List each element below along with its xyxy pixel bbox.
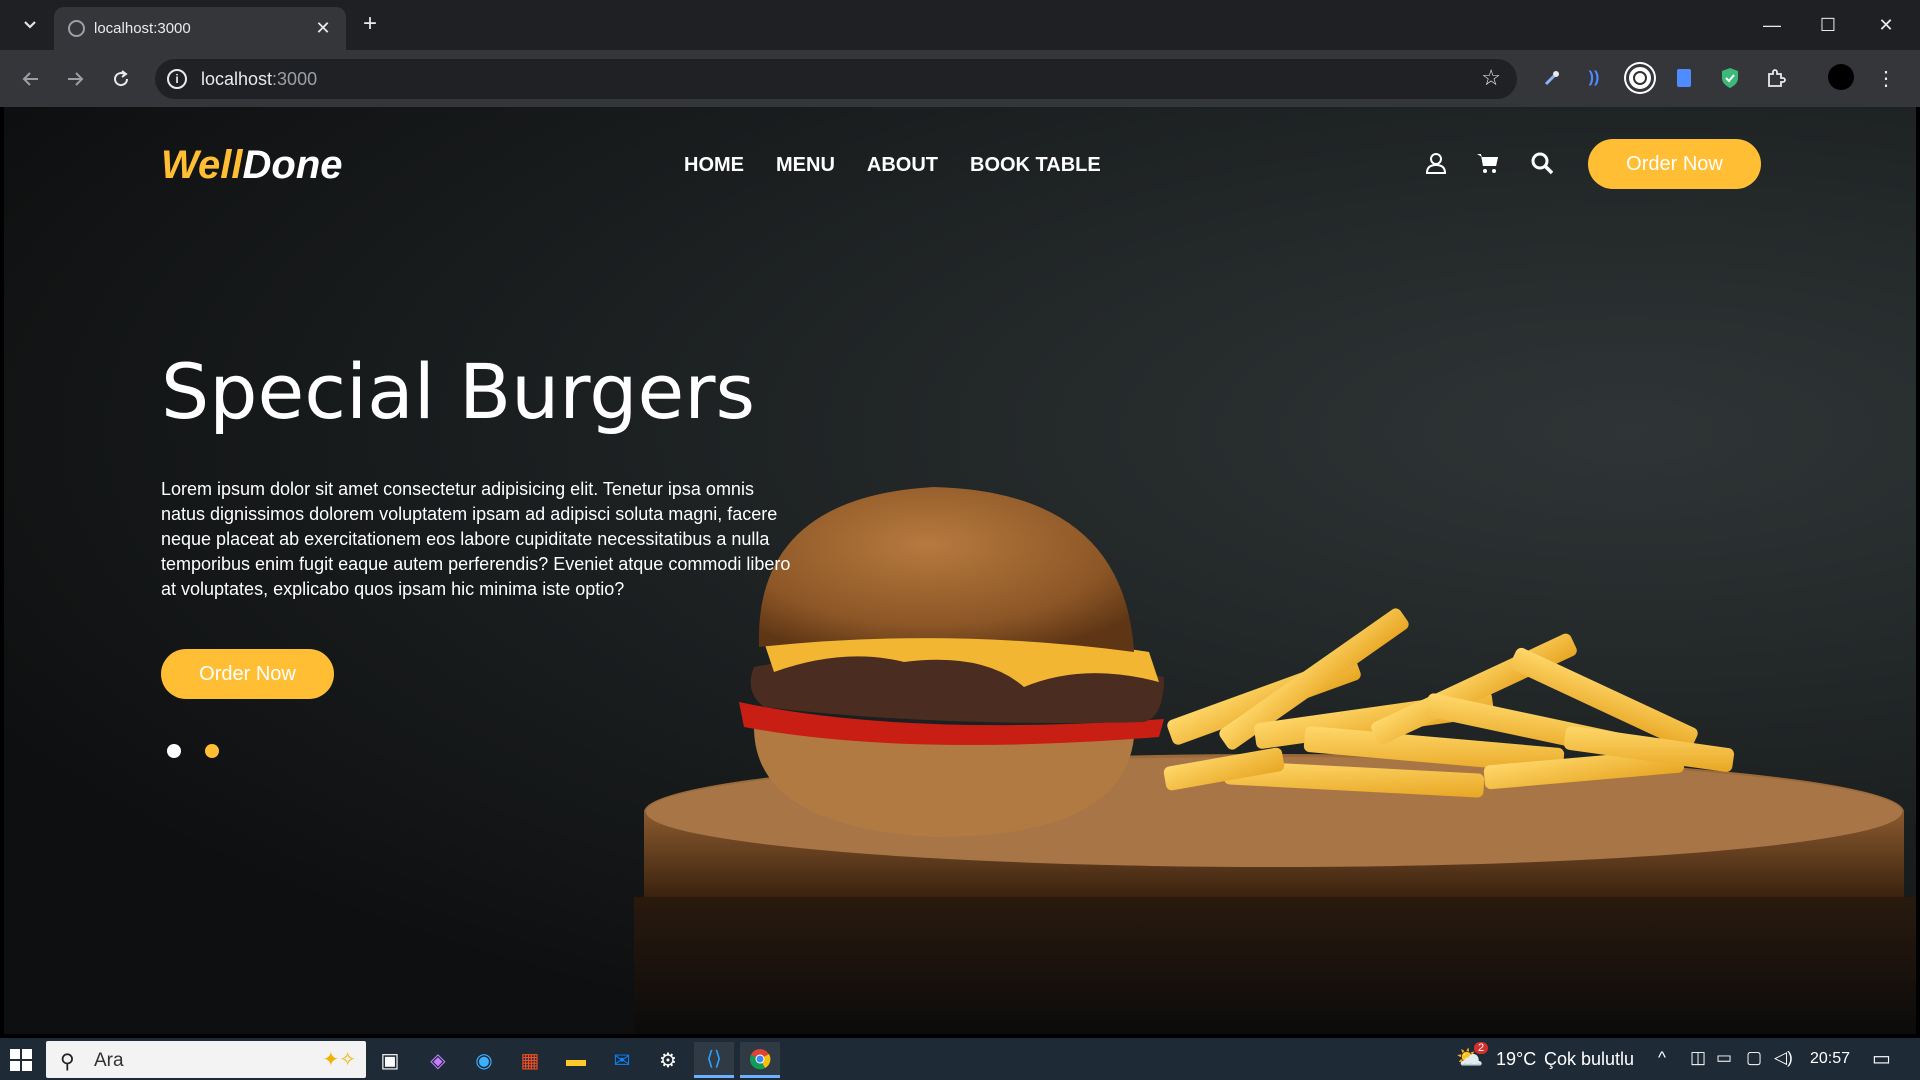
file-explorer-icon[interactable]: ▬ [556,1042,596,1078]
weather-badge: 2 [1474,1042,1489,1054]
extension-circle-icon[interactable] [1626,64,1654,92]
web-page: WellDone HOME MENU ABOUT BOOK TABLE Orde… [4,107,1916,1034]
address-url: localhost:3000 [201,69,317,90]
search-glass-icon: ⚲ [60,1051,75,1073]
weather-description[interactable]: Çok bulutlu [1544,1049,1634,1070]
nav-home[interactable]: HOME [684,154,744,177]
battery-icon[interactable]: ▭ [1716,1048,1732,1068]
main-nav: HOME MENU ABOUT BOOK TABLE [684,154,1101,177]
url-port: :3000 [272,69,318,89]
tab-title: localhost:3000 [94,20,191,37]
eyedropper-extension-icon[interactable] [1538,64,1566,92]
nav-about[interactable]: ABOUT [867,154,938,177]
hero-order-now-button[interactable]: Order Now [161,649,334,699]
tab-search-chevron-icon[interactable] [12,9,48,41]
reload-icon[interactable] [104,62,138,96]
meet-now-icon[interactable]: ◫ [1690,1048,1706,1068]
notification-icon[interactable]: ▭ [1872,1046,1891,1071]
browser-tab[interactable]: localhost:3000 ✕ [54,7,346,50]
header-order-now-button[interactable]: Order Now [1588,139,1761,189]
network-icon[interactable]: ▢ [1746,1048,1762,1068]
copilot-icon[interactable]: ◈ [418,1042,458,1078]
hero-description: Lorem ipsum dolor sit amet consectetur a… [161,479,791,599]
profile-avatar[interactable] [1828,64,1854,90]
settings-gear-icon[interactable]: ⚙ [648,1042,688,1078]
chevron-up-icon[interactable]: ^ [1658,1048,1666,1068]
window-close-button[interactable]: ✕ [1858,0,1914,50]
user-icon[interactable] [1424,151,1452,179]
clock[interactable]: 20:57 [1810,1050,1850,1068]
store-icon[interactable]: ▦ [510,1042,550,1078]
extensions-puzzle-icon[interactable] [1762,64,1790,92]
address-bar[interactable]: i localhost:3000 ☆ [155,59,1517,99]
shield-extension-icon[interactable] [1716,64,1744,92]
chrome-icon[interactable] [740,1042,780,1078]
browser-tabstrip: localhost:3000 ✕ + — ☐ ✕ [0,0,1920,50]
nav-book-table[interactable]: BOOK TABLE [970,154,1101,177]
task-view-icon[interactable]: ▣ [370,1042,410,1078]
carousel-dot-2-active[interactable] [205,744,219,758]
forward-arrow-icon[interactable] [58,62,92,96]
vscode-icon[interactable]: ⟨⟩ [694,1042,734,1078]
url-host: localhost [201,69,273,89]
window-minimize-button[interactable]: — [1744,0,1800,50]
search-icon[interactable] [1530,151,1558,179]
sparkle-icon: ✦✧ [322,1049,356,1071]
outlook-icon[interactable]: ✉ [602,1042,642,1078]
site-logo[interactable]: WellDone [161,143,343,188]
taskbar-search-input[interactable]: ⚲ Ara ✦✧ [46,1041,366,1078]
taskbar-search-placeholder: Ara [94,1050,124,1071]
logo-part-well: Well [161,143,243,187]
bookmark-star-icon[interactable]: ☆ [1481,65,1501,91]
hero-title: Special Burgers [161,347,756,436]
read-aloud-extension-icon[interactable]: )) [1580,64,1608,92]
close-tab-icon[interactable]: ✕ [312,17,334,39]
volume-icon[interactable]: ◁) [1774,1048,1793,1068]
site-info-icon[interactable]: i [167,69,187,89]
edge-icon[interactable]: ◉ [464,1042,504,1078]
weather-temperature[interactable]: 19°C [1496,1049,1536,1070]
back-arrow-icon[interactable] [14,62,48,96]
cart-icon[interactable] [1476,151,1504,179]
windows-taskbar: ⚲ Ara ✦✧ ▣ ◈ ◉ ▦ ▬ ✉ ⚙ ⟨⟩ ⛅ 2 19°C Çok b… [0,1038,1920,1080]
nav-menu[interactable]: MENU [776,154,835,177]
window-maximize-button[interactable]: ☐ [1800,0,1856,50]
browser-menu-icon[interactable]: ⋮ [1872,64,1900,92]
carousel-dot-1[interactable] [167,744,181,758]
clipboard-extension-icon[interactable] [1670,64,1698,92]
logo-part-done: Done [242,143,343,187]
new-tab-button[interactable]: + [355,10,385,40]
browser-toolbar: i localhost:3000 ☆ )) ⋮ [0,50,1920,107]
globe-icon [68,20,85,37]
windows-start-icon[interactable] [10,1049,32,1071]
